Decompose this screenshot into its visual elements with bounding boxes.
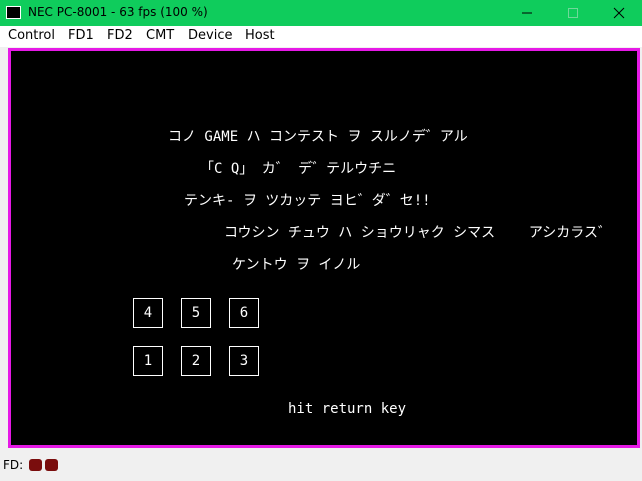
key-box-4: 4 [133, 298, 163, 328]
close-button[interactable] [596, 0, 642, 26]
minimize-button[interactable] [504, 0, 550, 26]
maximize-icon [568, 8, 578, 18]
key-box-2: 2 [181, 346, 211, 376]
status-bar: FD: [0, 452, 642, 481]
menu-device[interactable]: Device [188, 28, 232, 43]
key-box-5: 5 [181, 298, 211, 328]
menu-control[interactable]: Control [8, 28, 55, 43]
menu-cmt[interactable]: CMT [146, 28, 174, 43]
key-box-3: 3 [229, 346, 259, 376]
title-bar[interactable]: NEC PC-8001 - 63 fps (100 %) [0, 0, 642, 26]
minimize-icon [522, 12, 532, 14]
fd1-led-icon [29, 459, 42, 471]
close-icon [613, 7, 625, 19]
key-box-6: 6 [229, 298, 259, 328]
screen-line-2: 「C Q」 カ゛ デ゛テルウチニ [200, 161, 397, 177]
window-title: NEC PC-8001 - 63 fps (100 %) [28, 5, 208, 19]
emulator-screen[interactable]: コノ GAME ハ コンテスト ヲ スルノデ゛アル 「C Q」 カ゛ デ゛テルウ… [8, 48, 640, 448]
key-box-1: 1 [133, 346, 163, 376]
screen-line-1: コノ GAME ハ コンテスト ヲ スルノデ゛アル [168, 129, 468, 145]
app-icon [6, 6, 21, 19]
maximize-button[interactable] [550, 0, 596, 26]
screen-line-4: コウシン チュウ ハ ショウリャク シマス アシカラス゛ [224, 225, 613, 241]
menu-host[interactable]: Host [245, 28, 275, 43]
menu-fd1[interactable]: FD1 [68, 28, 94, 43]
return-prompt: hit return key [288, 401, 407, 417]
fd2-led-icon [45, 459, 58, 471]
menu-fd2[interactable]: FD2 [107, 28, 133, 43]
screen-line-3: テンキ- ヲ ツカッテ ヨヒ゛ダ゛セ!! [184, 193, 431, 209]
menu-bar: Control FD1 FD2 CMT Device Host [0, 26, 642, 47]
fd-status-label: FD: [3, 458, 24, 472]
screen-line-5: ケントウ ヲ イノル [232, 257, 361, 273]
